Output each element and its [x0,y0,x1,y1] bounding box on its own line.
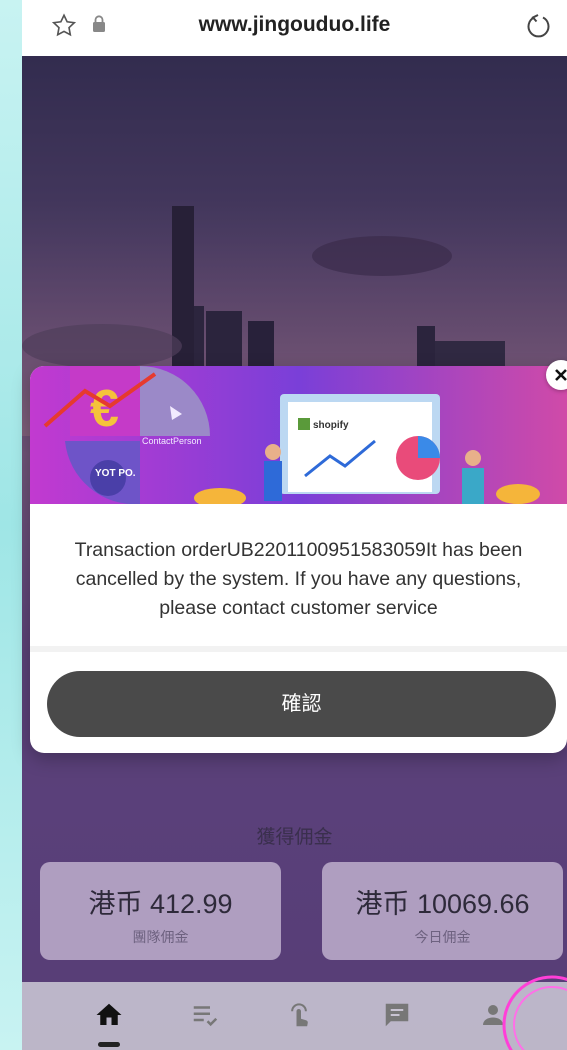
close-icon [555,369,567,381]
browser-url-bar: www.jingouduo.life [22,0,567,56]
today-commission-card: 港币 10069.66 今日佣金 [322,862,563,960]
team-commission-amount: 港币 412.99 [88,889,233,919]
svg-text:€: € [90,380,119,438]
task-list-icon[interactable] [190,1000,220,1030]
commission-title: 獲得佣金 [256,827,333,848]
today-commission-amount: 港币 10069.66 [355,889,530,919]
home-icon[interactable] [94,1000,124,1030]
reload-icon[interactable] [523,11,553,41]
device-frame-edge [0,0,22,1050]
team-commission-card: 港币 412.99 團隊佣金 [40,862,281,960]
cancellation-message: Transaction orderUB2201100951583059It ha… [74,539,523,619]
chat-icon[interactable] [382,1000,412,1030]
active-tab-indicator [98,1042,120,1047]
contact-person-text: ContactPerson [142,436,202,446]
confirm-button[interactable]: 確認 [47,671,556,737]
modal-divider [30,646,567,652]
yotpo-text: YOT PO. [95,468,136,479]
team-commission-label: 團隊佣金 [132,929,189,945]
shopify-logo-text: shopify [313,420,349,431]
decorative-neon-circle [502,975,567,1050]
bottom-navigation [22,982,567,1050]
today-commission-label: 今日佣金 [414,929,471,945]
url-text[interactable]: www.jingouduo.life [22,13,567,37]
notification-modal: € YOT PO. ContactPerson shopify Transact… [30,366,567,753]
modal-banner-illustration: € YOT PO. ContactPerson shopify [30,366,567,504]
tap-icon[interactable] [284,1000,314,1030]
